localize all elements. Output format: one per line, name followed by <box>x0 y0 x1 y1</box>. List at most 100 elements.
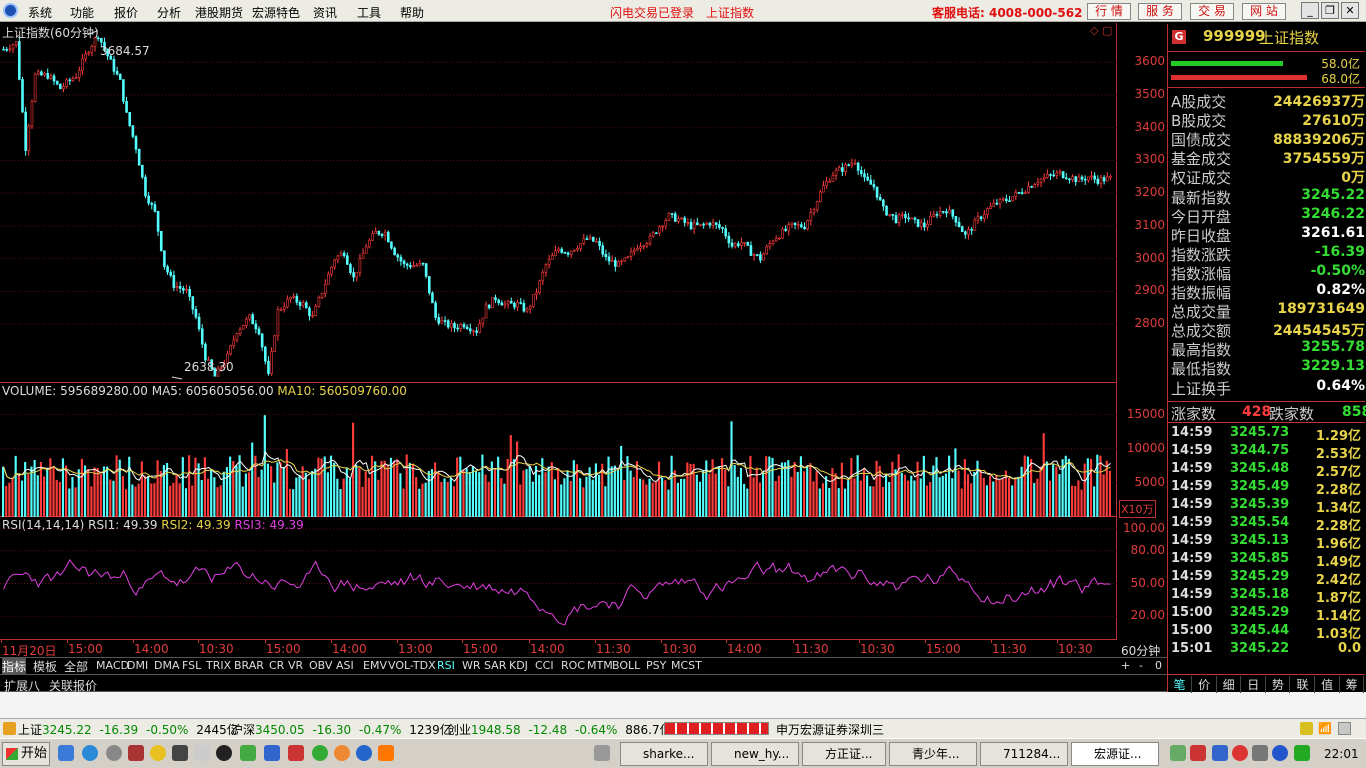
zoom-control[interactable]: + <box>1121 659 1130 672</box>
quote-row: 基金成交 3754559万 <box>1171 148 1365 168</box>
volume-bar <box>238 455 241 517</box>
indicator-tab-asi[interactable]: ASI <box>336 659 354 672</box>
time-tick <box>793 640 794 643</box>
ie-icon[interactable] <box>82 745 98 761</box>
app-icon-4[interactable] <box>378 745 394 761</box>
indicator-tab-psy[interactable]: PSY <box>646 659 666 672</box>
indicator-tab-rsi[interactable]: RSI <box>437 659 455 672</box>
side-tab[interactable]: 笔 <box>1168 676 1192 693</box>
notify-icon[interactable] <box>1300 722 1313 735</box>
notepad-icon[interactable] <box>194 745 210 761</box>
tray-icon-6[interactable] <box>1272 745 1288 761</box>
sh-ticker[interactable]: 上证3245.22 -16.39 -0.50% 2445亿 <box>18 721 239 738</box>
task-youth[interactable]: 青少年... <box>889 742 977 766</box>
website-button[interactable]: 网 站 <box>1242 3 1286 20</box>
side-tab[interactable]: 日 <box>1242 676 1266 693</box>
tray-icon-7[interactable] <box>1294 745 1310 761</box>
quote-button[interactable]: 行 情 <box>1087 3 1131 20</box>
indicator-tab-mtm[interactable]: MTM <box>587 659 613 672</box>
tray-icon-4[interactable] <box>1232 745 1248 761</box>
tray-icon-3[interactable] <box>1212 745 1228 761</box>
indicator-tab-全部[interactable]: 全部 <box>64 658 88 675</box>
side-tab[interactable]: 筹 <box>1340 676 1365 693</box>
monitor-icon[interactable] <box>172 745 188 761</box>
indicator-tab-fsl[interactable]: FSL <box>182 659 201 672</box>
menu-info[interactable]: 资讯 <box>313 4 337 21</box>
volume-bar <box>780 462 784 517</box>
indicator-tab-vr[interactable]: VR <box>288 659 303 672</box>
restore-icon[interactable]: ❐ <box>1321 2 1339 19</box>
volume-bar <box>484 474 487 517</box>
smiley-icon[interactable] <box>150 745 166 761</box>
settings-icon[interactable] <box>1338 722 1351 735</box>
app-icon-2[interactable] <box>264 745 280 761</box>
side-tab[interactable]: 联 <box>1291 676 1315 693</box>
indicator-tab-wr[interactable]: WR <box>462 659 481 672</box>
side-tab[interactable]: 值 <box>1316 676 1340 693</box>
volume-bar <box>411 463 415 517</box>
tray-icon-5[interactable] <box>1252 745 1268 761</box>
side-tab[interactable]: 势 <box>1266 676 1291 693</box>
start-button[interactable]: 开始 <box>2 742 50 766</box>
indicator-tab-模板[interactable]: 模板 <box>33 658 57 675</box>
hs-ticker[interactable]: 沪深3450.05 -16.30 -0.47% 1239亿 <box>231 721 452 738</box>
side-tab[interactable]: 价 <box>1193 676 1217 693</box>
zoom-control[interactable]: 0 <box>1155 659 1162 672</box>
indicator-tab-cr[interactable]: CR <box>269 659 284 672</box>
service-button[interactable]: 服 务 <box>1138 3 1182 20</box>
indicator-tab-brar[interactable]: BRAR <box>234 659 264 672</box>
minimize-icon[interactable]: _ <box>1301 2 1319 19</box>
menu-help[interactable]: 帮助 <box>400 4 424 21</box>
ie2-icon[interactable] <box>356 745 372 761</box>
menu-quote[interactable]: 报价 <box>114 4 138 21</box>
indicator-tab-sar[interactable]: SAR <box>484 659 506 672</box>
indicator-tab-kdj[interactable]: KDJ <box>509 659 528 672</box>
volume-bar <box>251 442 254 517</box>
indicator-tab-dmi[interactable]: DMI <box>127 659 148 672</box>
app-icon-3[interactable] <box>288 745 304 761</box>
browser-icon[interactable] <box>312 745 328 761</box>
indicator-tab-macd[interactable]: MACD <box>96 659 129 672</box>
indicator-tab-vol-tdx[interactable]: VOL-TDX <box>388 659 436 672</box>
search-app-icon[interactable] <box>106 745 122 761</box>
keyboard-icon[interactable] <box>594 745 610 761</box>
candle-body <box>692 222 696 230</box>
menu-system[interactable]: 系统 <box>28 4 52 21</box>
indicator-tab-boll[interactable]: BOLL <box>612 659 640 672</box>
tool-icon[interactable] <box>128 745 144 761</box>
indicator-tab-obv[interactable]: OBV <box>309 659 332 672</box>
side-tab[interactable]: 细 <box>1217 676 1242 693</box>
desktop-icon[interactable] <box>58 745 74 761</box>
volume-panel: VOLUME: 595689280.00 MA5: 605605056.00 M… <box>0 383 1117 517</box>
menu-hongyuan[interactable]: 宏源特色 <box>252 4 300 21</box>
trade-button[interactable]: 交 易 <box>1190 3 1234 20</box>
indicator-tab-cci[interactable]: CCI <box>535 659 554 672</box>
close-icon[interactable]: ✕ <box>1341 2 1359 19</box>
indicator-tab-指标[interactable]: 指标 <box>2 658 27 675</box>
indicator-tab-trix[interactable]: TRIX <box>206 659 231 672</box>
tray-icon-2[interactable] <box>1190 745 1206 761</box>
app-icon-1[interactable] <box>240 745 256 761</box>
candle-body <box>800 224 803 228</box>
indicator-tab-dma[interactable]: DMA <box>154 659 180 672</box>
indicator-tab-mcst[interactable]: MCST <box>671 659 702 672</box>
qq-icon[interactable] <box>216 745 232 761</box>
cy-ticker[interactable]: 创业1948.58 -12.48 -0.64% 886.7亿 <box>447 721 672 738</box>
task-sharke[interactable]: sharke... <box>620 742 708 766</box>
indicator-tab-roc[interactable]: ROC <box>561 659 585 672</box>
volume-bar <box>14 455 17 517</box>
time-label: 15:00 <box>463 642 498 656</box>
menu-hk-futures[interactable]: 港股期货 <box>195 4 243 21</box>
zoom-control[interactable]: - <box>1139 659 1143 672</box>
task-new-hy[interactable]: new_hy... <box>711 742 799 766</box>
task-founder[interactable]: 方正证... <box>802 742 886 766</box>
chrome-icon[interactable] <box>334 745 350 761</box>
menu-tools[interactable]: 工具 <box>357 4 381 21</box>
menu-analysis[interactable]: 分析 <box>157 4 181 21</box>
task-711284[interactable]: 711284... <box>980 742 1068 766</box>
indicator-tab-emv[interactable]: EMV <box>363 659 387 672</box>
tray-icon-1[interactable] <box>1170 745 1186 761</box>
volume-bar <box>402 488 405 517</box>
menu-function[interactable]: 功能 <box>70 4 94 21</box>
task-hongyuan[interactable]: 宏源证... <box>1071 742 1159 766</box>
